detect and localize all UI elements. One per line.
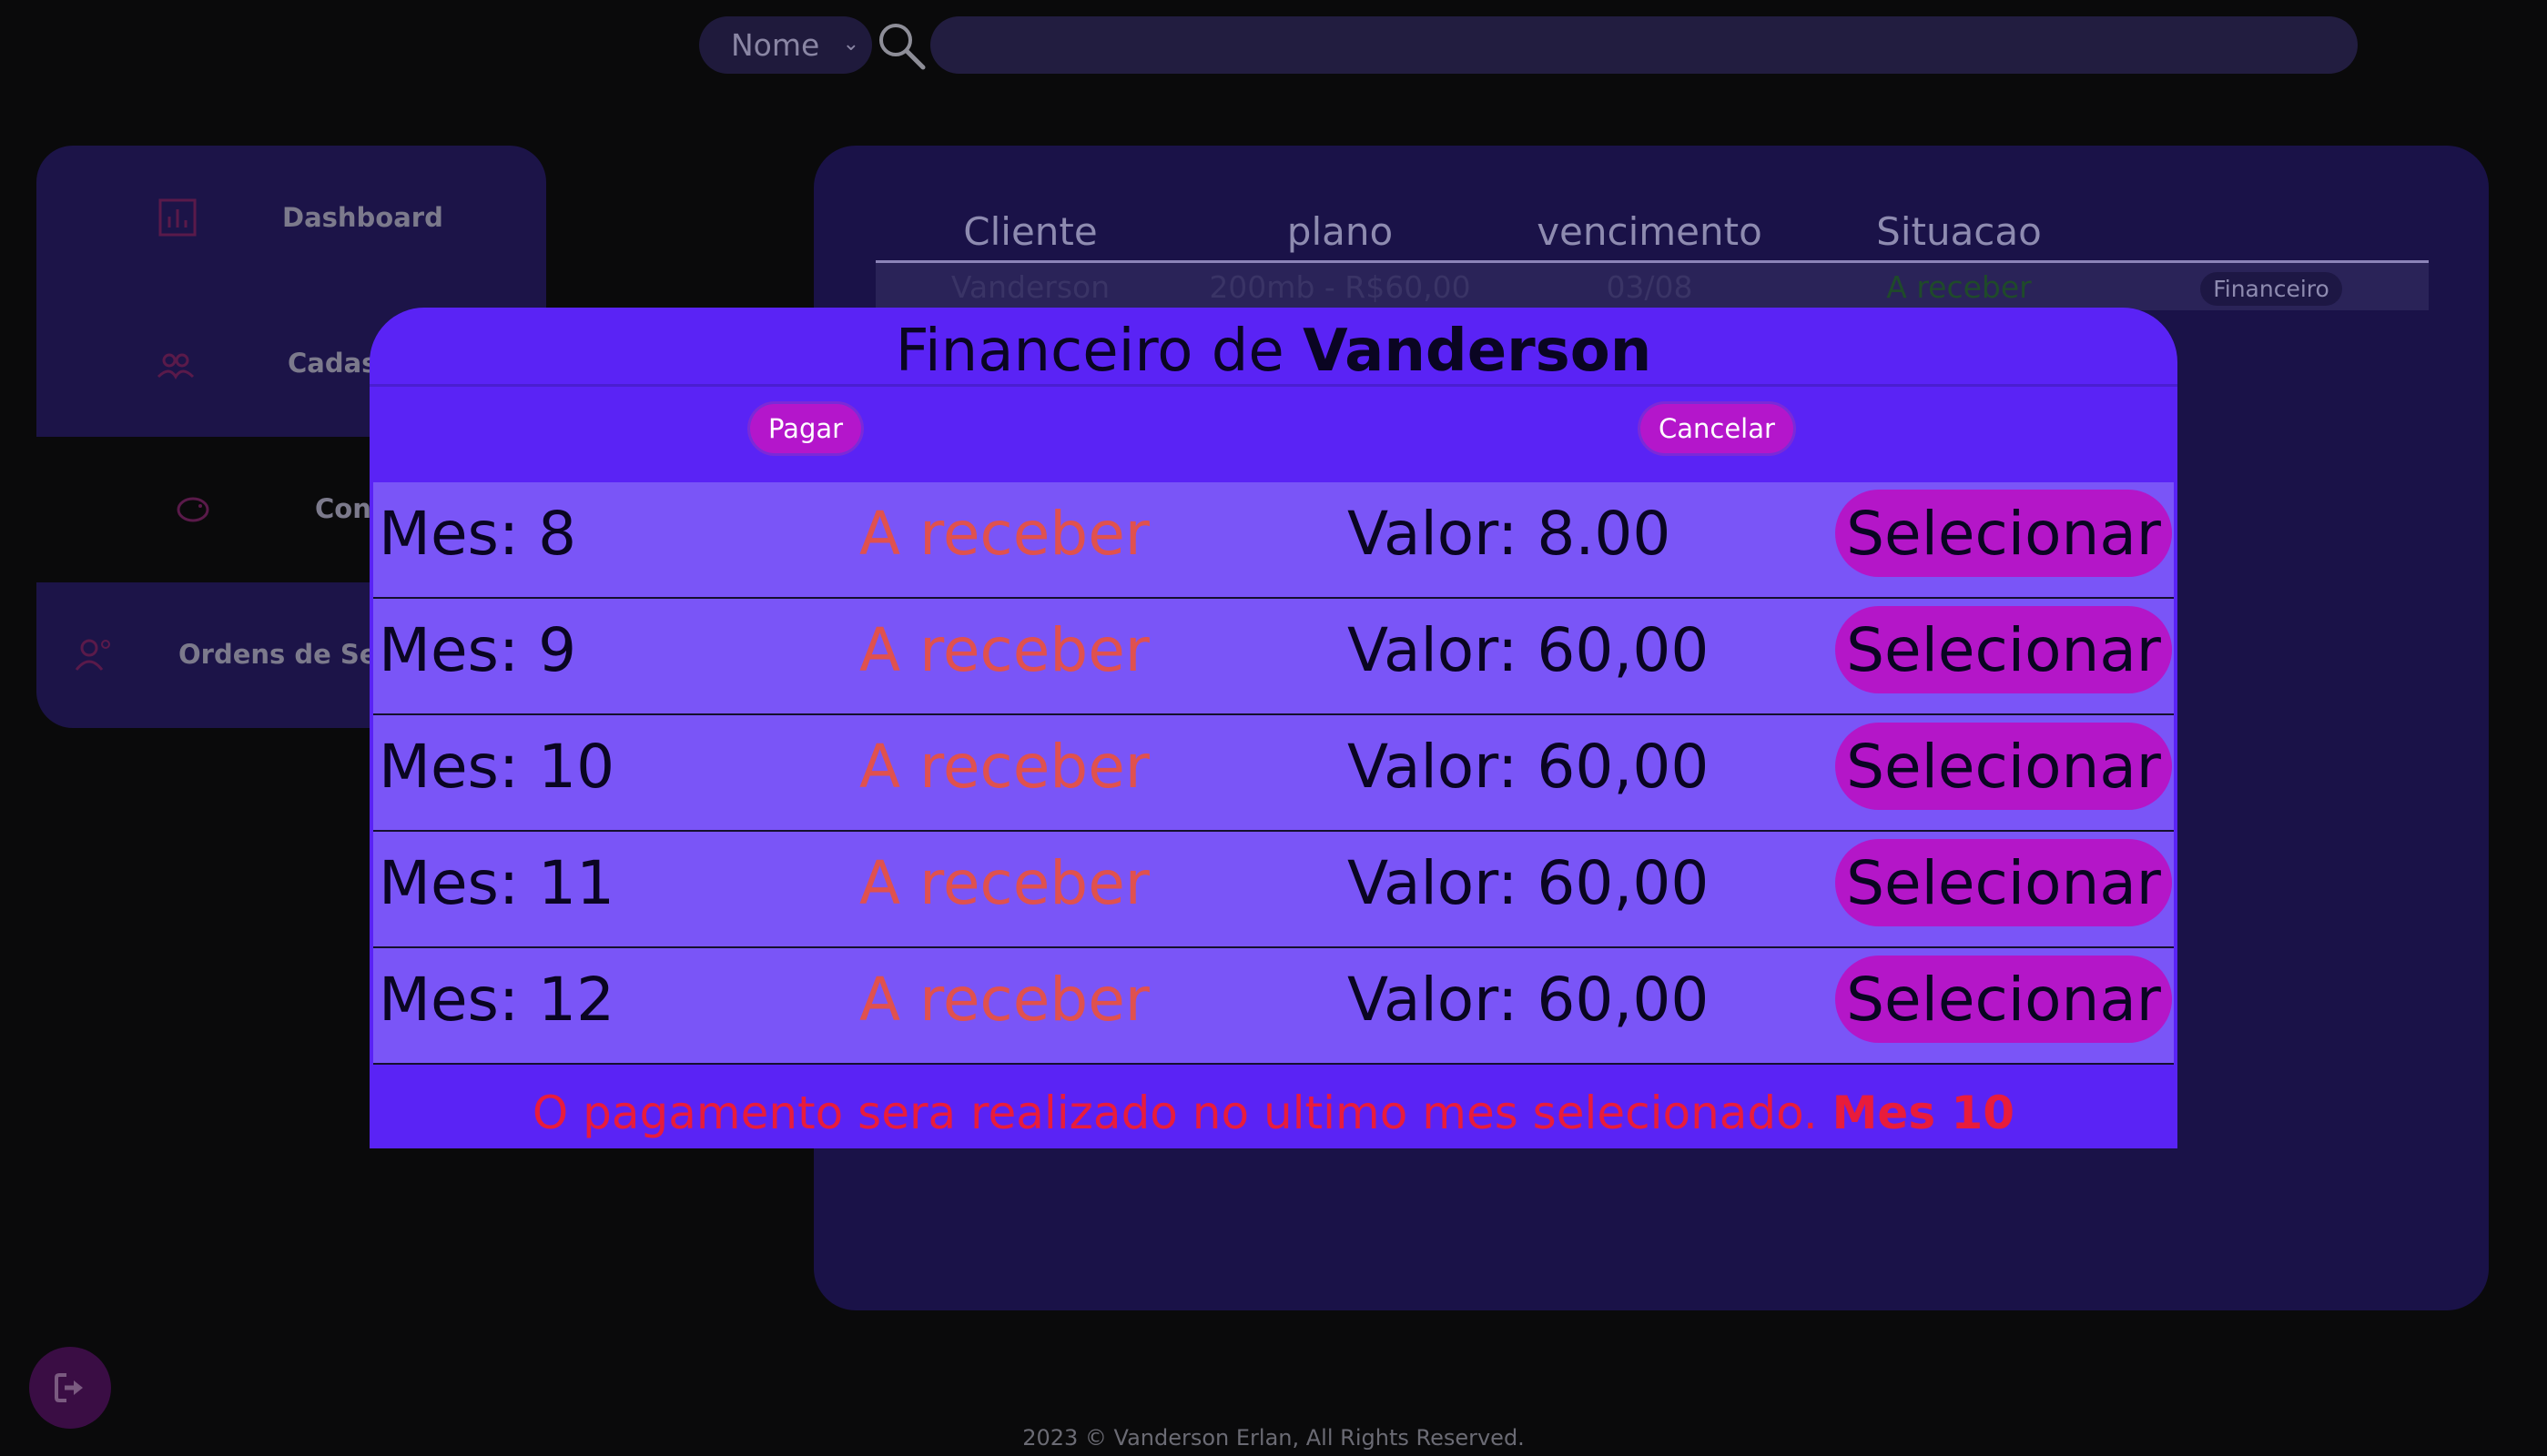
month-label: Mes: 9 (379, 615, 577, 685)
chevron-down-icon: ⌄ (842, 33, 859, 56)
header-vencimento: vencimento (1537, 209, 1762, 254)
cell-plano: 200mb - R$60,00 (1209, 268, 1471, 305)
month-value: Valor: 60,00 (1347, 965, 1710, 1035)
modal-title-name: Vanderson (1303, 318, 1652, 385)
sidebar-item-label: Cadas (288, 348, 378, 379)
logout-icon (55, 1373, 83, 1402)
search-input[interactable] (930, 16, 2358, 74)
cell-vencimento: 03/08 (1606, 268, 1693, 305)
cell-situacao: A receber (1886, 268, 2032, 305)
header-situacao: Situacao (1876, 209, 2042, 254)
month-list: Mes: 8 A receber Valor: 8.00 Selecionar … (373, 482, 2174, 1065)
divider (370, 384, 2177, 387)
financeiro-button[interactable]: Financeiro (2200, 271, 2342, 306)
month-label: Mes: 11 (379, 848, 615, 918)
month-label: Mes: 10 (379, 732, 615, 802)
sidebar-item-label: Con (315, 493, 371, 524)
month-label: Mes: 8 (379, 499, 577, 569)
month-row: Mes: 10 A receber Valor: 60,00 Seleciona… (373, 715, 2174, 832)
notice-text: O pagamento sera realizado no ultimo mes… (532, 1087, 1818, 1139)
sidebar-item-label: Dashboard (282, 202, 443, 233)
footer: 2023 © Vanderson Erlan, All Rights Reser… (1022, 1425, 1525, 1451)
month-value: Valor: 8.00 (1347, 499, 1671, 569)
modal-title-prefix: Financeiro de (895, 318, 1284, 385)
users-icon (157, 353, 195, 379)
logout-button[interactable] (29, 1347, 111, 1429)
select-button[interactable]: Selecionar (1835, 723, 2172, 810)
pay-button[interactable]: Pagar (750, 404, 862, 453)
notice-highlight: Mes 10 (1832, 1087, 2015, 1139)
payment-notice: O pagamento sera realizado no ultimo mes… (370, 1087, 2177, 1139)
cell-cliente: Vanderson (950, 268, 1111, 305)
select-button[interactable]: Selecionar (1835, 956, 2172, 1043)
month-row: Mes: 11 A receber Valor: 60,00 Seleciona… (373, 832, 2174, 948)
search-filter-value: Nome (731, 27, 820, 63)
clients-table: Cliente plano vencimento Situacao Vander… (876, 209, 2429, 310)
month-row: Mes: 9 A receber Valor: 60,00 Selecionar (373, 599, 2174, 715)
header-cliente: Cliente (963, 209, 1098, 254)
month-status: A receber (859, 499, 1150, 569)
month-status: A receber (859, 732, 1150, 802)
month-status: A receber (859, 848, 1150, 918)
month-status: A receber (859, 615, 1150, 685)
select-button[interactable]: Selecionar (1835, 490, 2172, 577)
header-plano: plano (1286, 209, 1394, 254)
select-button[interactable]: Selecionar (1835, 839, 2172, 926)
month-value: Valor: 60,00 (1347, 615, 1710, 685)
search-filter-select[interactable]: Nome ⌄ (699, 16, 872, 74)
table-header: Cliente plano vencimento Situacao (876, 209, 2429, 263)
month-value: Valor: 60,00 (1347, 732, 1710, 802)
sidebar-item-dashboard[interactable]: Dashboard (36, 146, 546, 291)
select-button[interactable]: Selecionar (1835, 606, 2172, 693)
search-icon[interactable] (876, 20, 927, 71)
cancel-button[interactable]: Cancelar (1640, 404, 1793, 453)
table-row: Vanderson 200mb - R$60,00 03/08 A recebe… (876, 263, 2429, 310)
month-label: Mes: 12 (379, 965, 615, 1035)
month-row: Mes: 8 A receber Valor: 8.00 Selecionar (373, 482, 2174, 599)
month-value: Valor: 60,00 (1347, 848, 1710, 918)
month-row: Mes: 12 A receber Valor: 60,00 Seleciona… (373, 948, 2174, 1065)
chart-icon (158, 198, 197, 237)
piggy-bank-icon (177, 497, 209, 522)
month-status: A receber (859, 965, 1150, 1035)
modal-title: Financeiro de Vanderson (370, 308, 2177, 385)
financeiro-modal: Financeiro de Vanderson Pagar Cancelar M… (370, 308, 2177, 1148)
user-gear-icon (75, 639, 110, 671)
